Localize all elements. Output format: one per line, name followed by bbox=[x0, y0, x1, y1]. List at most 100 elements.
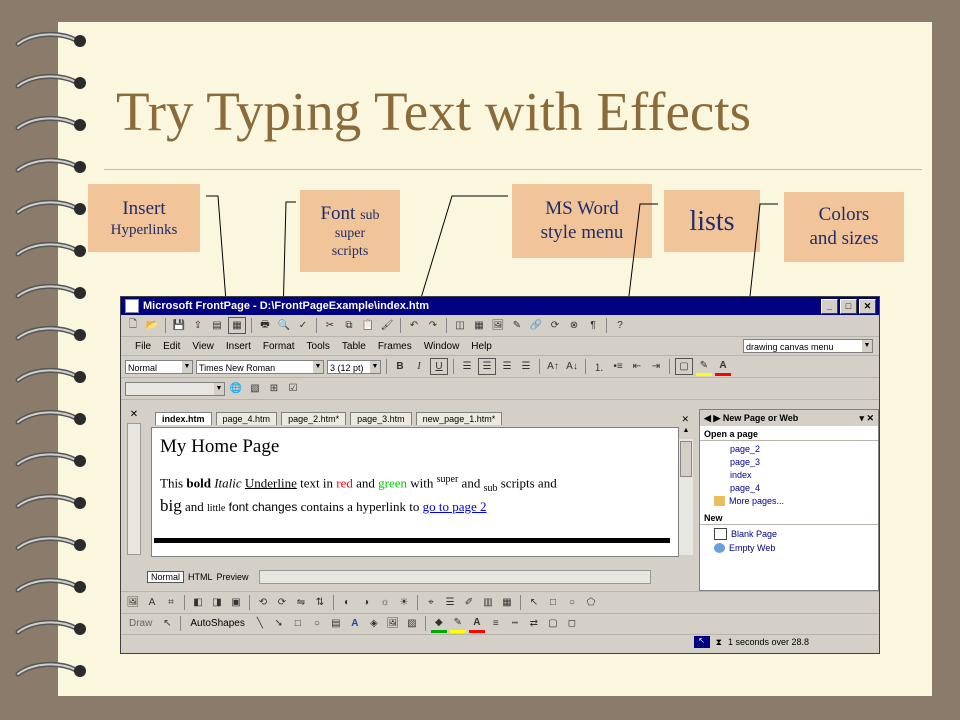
scroll-thumb[interactable] bbox=[680, 441, 692, 477]
draw-oval-icon[interactable]: ○ bbox=[309, 616, 325, 631]
more-pages-link[interactable]: More pages... bbox=[700, 493, 878, 506]
bulleted-list-icon[interactable]: •≡ bbox=[610, 359, 626, 374]
menu-file[interactable]: File bbox=[135, 341, 151, 352]
tab-page-4[interactable]: page_4.htm bbox=[215, 412, 278, 425]
open-index[interactable]: index bbox=[700, 467, 878, 480]
blank-combo[interactable]: ▼ bbox=[125, 381, 225, 396]
justify-icon[interactable]: ☰ bbox=[518, 359, 534, 374]
open-icon[interactable]: 📂 bbox=[144, 318, 160, 333]
group-icon[interactable]: ▣ bbox=[228, 595, 244, 610]
editor-vscrollbar[interactable]: ▲ bbox=[679, 427, 693, 555]
clipart-icon[interactable]: 🖼 bbox=[385, 616, 401, 631]
undo-icon[interactable]: ↶ bbox=[406, 318, 422, 333]
tab-index[interactable]: index.htm bbox=[155, 412, 212, 425]
view-tab-preview[interactable]: Preview bbox=[217, 572, 249, 582]
increase-font-icon[interactable]: A↑ bbox=[545, 359, 561, 374]
view-tab-html[interactable]: HTML bbox=[188, 572, 213, 582]
menu-frames[interactable]: Frames bbox=[378, 341, 412, 352]
flip-vertical-icon[interactable]: ⇅ bbox=[312, 595, 328, 610]
border-icon[interactable]: ▢ bbox=[675, 358, 693, 375]
dash-style-icon[interactable]: ┅ bbox=[507, 616, 523, 631]
select-objects-icon[interactable]: ↖ bbox=[159, 616, 175, 631]
send-backward-icon[interactable]: ◨ bbox=[209, 595, 225, 610]
set-transparent-icon[interactable]: ✐ bbox=[461, 595, 477, 610]
stop-icon[interactable]: ⊗ bbox=[566, 318, 582, 333]
menu-window[interactable]: Window bbox=[424, 341, 460, 352]
crop-tool-icon[interactable]: ⌖ bbox=[423, 595, 439, 610]
format-painter-icon[interactable]: 🖌 bbox=[379, 318, 395, 333]
cut-icon[interactable]: ✂ bbox=[322, 318, 338, 333]
ask-question-box[interactable]: drawing canvas menu ▼ bbox=[743, 339, 873, 353]
numbered-list-icon[interactable]: ⒈ bbox=[591, 359, 607, 374]
blank-page-link[interactable]: Blank Page bbox=[700, 525, 878, 540]
style-select[interactable]: Normal ▼ bbox=[125, 359, 193, 374]
crop-icon[interactable]: ⌗ bbox=[163, 595, 179, 610]
drawing-icon[interactable]: ✎ bbox=[509, 318, 525, 333]
open-page-4[interactable]: page_4 bbox=[700, 480, 878, 493]
spelling-icon[interactable]: ✓ bbox=[295, 318, 311, 333]
left-scrollbar[interactable] bbox=[127, 423, 141, 555]
new-page-icon[interactable]: 🗋 bbox=[125, 318, 141, 333]
refresh-icon[interactable]: ⟳ bbox=[547, 318, 563, 333]
align-center-icon[interactable]: ☰ bbox=[478, 358, 496, 375]
contrast-up-icon[interactable]: ◐ bbox=[339, 595, 355, 610]
font-color-icon[interactable]: A bbox=[715, 358, 731, 376]
preview-icon[interactable]: 🔍 bbox=[276, 318, 292, 333]
editor-hscrollbar[interactable] bbox=[258, 570, 651, 584]
close-pane-icon[interactable]: ✕ bbox=[125, 409, 143, 420]
decrease-font-icon[interactable]: A↓ bbox=[564, 359, 580, 374]
wordart-icon[interactable]: A bbox=[347, 616, 363, 631]
oval-icon[interactable]: ○ bbox=[564, 595, 580, 610]
line-weight-icon[interactable]: ≡ bbox=[488, 616, 504, 631]
brightness-down-icon[interactable]: ☀ bbox=[396, 595, 412, 610]
network-icon[interactable]: ⊞ bbox=[266, 381, 282, 396]
print-icon[interactable]: 🖶 bbox=[257, 318, 273, 333]
web-component-icon[interactable]: ◫ bbox=[452, 318, 468, 333]
paste-icon[interactable]: 📋 bbox=[360, 318, 376, 333]
globe-icon[interactable]: 🌐 bbox=[228, 381, 244, 396]
brightness-up-icon[interactable]: ☼ bbox=[377, 595, 393, 610]
diagram-icon[interactable]: ◈ bbox=[366, 616, 382, 631]
task-icon[interactable]: ☑ bbox=[285, 381, 301, 396]
italic-icon[interactable]: I bbox=[411, 359, 427, 374]
copy-icon[interactable]: ⧉ bbox=[341, 318, 357, 333]
polygon-icon[interactable]: ⬠ bbox=[583, 595, 599, 610]
menu-edit[interactable]: Edit bbox=[163, 341, 180, 352]
line-color-icon[interactable]: ✎ bbox=[449, 615, 466, 633]
size-select[interactable]: 3 (12 pt) ▼ bbox=[327, 359, 381, 374]
tab-new-page-1[interactable]: new_page_1.htm* bbox=[415, 412, 503, 425]
minimize-button[interactable]: _ bbox=[821, 298, 838, 314]
drawing-font-color-icon[interactable]: A bbox=[468, 615, 485, 633]
task-pane-back-icon[interactable]: ◀ ▶ bbox=[704, 413, 720, 424]
shadow-icon[interactable]: ▢ bbox=[545, 616, 561, 631]
bring-forward-icon[interactable]: ◧ bbox=[190, 595, 206, 610]
rotate-left-icon[interactable]: ⟲ bbox=[255, 595, 271, 610]
draw-rectangle-icon[interactable]: □ bbox=[290, 616, 306, 631]
align-right-icon[interactable]: ☰ bbox=[499, 359, 515, 374]
views-icon[interactable]: ▦ bbox=[228, 317, 246, 334]
arrow-style-icon[interactable]: ⇄ bbox=[526, 616, 542, 631]
insert-picture-icon[interactable]: 🖼 bbox=[490, 318, 506, 333]
decrease-indent-icon[interactable]: ⇤ bbox=[629, 359, 645, 374]
insert-table-icon[interactable]: ▦ bbox=[471, 318, 487, 333]
open-page-3[interactable]: page_3 bbox=[700, 454, 878, 467]
image-icon[interactable]: ▧ bbox=[247, 381, 263, 396]
tab-page-3[interactable]: page_3.htm bbox=[350, 412, 412, 425]
folder-list-icon[interactable]: ▤ bbox=[209, 318, 225, 333]
rotate-right-icon[interactable]: ⟳ bbox=[274, 595, 290, 610]
align-left-icon[interactable]: ☰ bbox=[459, 359, 475, 374]
empty-web-link[interactable]: Empty Web bbox=[700, 540, 878, 553]
document-canvas[interactable]: My Home Page This bold Italic Underline … bbox=[151, 427, 679, 557]
arrow-icon[interactable]: ➘ bbox=[271, 616, 287, 631]
increase-indent-icon[interactable]: ⇥ bbox=[648, 359, 664, 374]
line-icon[interactable]: ╲ bbox=[252, 616, 268, 631]
draw-menu[interactable]: Draw bbox=[125, 618, 156, 629]
highlight-icon[interactable]: ✎ bbox=[696, 358, 712, 376]
font-select[interactable]: Times New Roman ▼ bbox=[196, 359, 324, 374]
menu-format[interactable]: Format bbox=[263, 341, 295, 352]
underline-icon[interactable]: U bbox=[430, 358, 448, 375]
task-pane-close-icon[interactable]: ▾ ✕ bbox=[859, 413, 874, 424]
view-tab-normal[interactable]: Normal bbox=[147, 571, 185, 583]
close-button[interactable]: ✕ bbox=[859, 298, 876, 314]
canvas-picture-icon[interactable]: 🖼 bbox=[125, 595, 141, 610]
